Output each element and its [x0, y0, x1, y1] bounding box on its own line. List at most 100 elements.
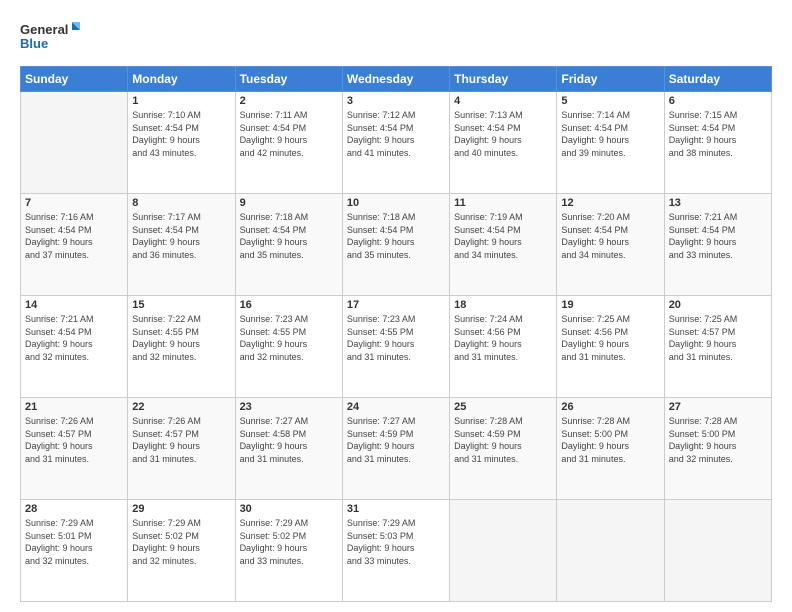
day-info: Sunrise: 7:26 AM Sunset: 4:57 PM Dayligh…	[25, 415, 123, 465]
calendar-cell: 28 Sunrise: 7:29 AM Sunset: 5:01 PM Dayli…	[21, 500, 128, 602]
page: General Blue SundayMondayTuesdayWednesda…	[0, 0, 792, 612]
day-number: 9	[240, 197, 338, 209]
day-number: 10	[347, 197, 445, 209]
day-number: 17	[347, 299, 445, 311]
svg-text:General: General	[20, 22, 68, 37]
calendar-cell	[21, 92, 128, 194]
day-info: Sunrise: 7:17 AM Sunset: 4:54 PM Dayligh…	[132, 211, 230, 261]
day-info: Sunrise: 7:29 AM Sunset: 5:03 PM Dayligh…	[347, 517, 445, 567]
day-number: 8	[132, 197, 230, 209]
calendar-body: 1 Sunrise: 7:10 AM Sunset: 4:54 PM Daylig…	[21, 92, 772, 602]
weekday-friday: Friday	[557, 67, 664, 92]
day-info: Sunrise: 7:11 AM Sunset: 4:54 PM Dayligh…	[240, 109, 338, 159]
week-row-1: 1 Sunrise: 7:10 AM Sunset: 4:54 PM Daylig…	[21, 92, 772, 194]
day-info: Sunrise: 7:22 AM Sunset: 4:55 PM Dayligh…	[132, 313, 230, 363]
calendar-table: SundayMondayTuesdayWednesdayThursdayFrid…	[20, 66, 772, 602]
calendar-cell: 10 Sunrise: 7:18 AM Sunset: 4:54 PM Dayli…	[342, 194, 449, 296]
day-number: 12	[561, 197, 659, 209]
day-number: 14	[25, 299, 123, 311]
day-info: Sunrise: 7:20 AM Sunset: 4:54 PM Dayligh…	[561, 211, 659, 261]
calendar-cell: 6 Sunrise: 7:15 AM Sunset: 4:54 PM Daylig…	[664, 92, 771, 194]
day-info: Sunrise: 7:10 AM Sunset: 4:54 PM Dayligh…	[132, 109, 230, 159]
calendar-cell: 27Sunrise: 7:28 AM Sunset: 5:00 PM Dayli…	[664, 398, 771, 500]
calendar-cell: 8 Sunrise: 7:17 AM Sunset: 4:54 PM Daylig…	[128, 194, 235, 296]
week-row-5: 28 Sunrise: 7:29 AM Sunset: 5:01 PM Dayli…	[21, 500, 772, 602]
week-row-4: 21 Sunrise: 7:26 AM Sunset: 4:57 PM Dayli…	[21, 398, 772, 500]
day-number: 13	[669, 197, 767, 209]
calendar-cell: 5 Sunrise: 7:14 AM Sunset: 4:54 PM Daylig…	[557, 92, 664, 194]
calendar-cell: 9 Sunrise: 7:18 AM Sunset: 4:54 PM Daylig…	[235, 194, 342, 296]
day-number: 21	[25, 401, 123, 413]
day-info: Sunrise: 7:19 AM Sunset: 4:54 PM Dayligh…	[454, 211, 552, 261]
weekday-saturday: Saturday	[664, 67, 771, 92]
logo-svg: General Blue	[20, 18, 80, 58]
day-info: Sunrise: 7:26 AM Sunset: 4:57 PM Dayligh…	[132, 415, 230, 465]
weekday-tuesday: Tuesday	[235, 67, 342, 92]
day-info: Sunrise: 7:28 AM Sunset: 4:59 PM Dayligh…	[454, 415, 552, 465]
day-info: Sunrise: 7:15 AM Sunset: 4:54 PM Dayligh…	[669, 109, 767, 159]
day-info: Sunrise: 7:28 AM Sunset: 5:00 PM Dayligh…	[669, 415, 767, 465]
day-number: 2	[240, 95, 338, 107]
day-number: 22	[132, 401, 230, 413]
weekday-wednesday: Wednesday	[342, 67, 449, 92]
day-number: 4	[454, 95, 552, 107]
day-number: 20	[669, 299, 767, 311]
day-number: 7	[25, 197, 123, 209]
calendar-cell: 13 Sunrise: 7:21 AM Sunset: 4:54 PM Dayli…	[664, 194, 771, 296]
calendar-cell: 25 Sunrise: 7:28 AM Sunset: 4:59 PM Dayli…	[450, 398, 557, 500]
day-info: Sunrise: 7:27 AM Sunset: 4:58 PM Dayligh…	[240, 415, 338, 465]
calendar-cell: 26 Sunrise: 7:28 AM Sunset: 5:00 PM Dayli…	[557, 398, 664, 500]
calendar-cell: 23 Sunrise: 7:27 AM Sunset: 4:58 PM Dayli…	[235, 398, 342, 500]
day-number: 3	[347, 95, 445, 107]
weekday-thursday: Thursday	[450, 67, 557, 92]
day-number: 28	[25, 503, 123, 515]
day-info: Sunrise: 7:18 AM Sunset: 4:54 PM Dayligh…	[240, 211, 338, 261]
calendar-cell: 16 Sunrise: 7:23 AM Sunset: 4:55 PM Dayli…	[235, 296, 342, 398]
day-number: 30	[240, 503, 338, 515]
day-info: Sunrise: 7:16 AM Sunset: 4:54 PM Dayligh…	[25, 211, 123, 261]
calendar-cell: 30 Sunrise: 7:29 AM Sunset: 5:02 PM Dayli…	[235, 500, 342, 602]
day-info: Sunrise: 7:23 AM Sunset: 4:55 PM Dayligh…	[240, 313, 338, 363]
calendar-cell: 11 Sunrise: 7:19 AM Sunset: 4:54 PM Dayli…	[450, 194, 557, 296]
weekday-sunday: Sunday	[21, 67, 128, 92]
calendar-cell	[450, 500, 557, 602]
day-info: Sunrise: 7:28 AM Sunset: 5:00 PM Dayligh…	[561, 415, 659, 465]
day-info: Sunrise: 7:27 AM Sunset: 4:59 PM Dayligh…	[347, 415, 445, 465]
day-info: Sunrise: 7:24 AM Sunset: 4:56 PM Dayligh…	[454, 313, 552, 363]
day-info: Sunrise: 7:12 AM Sunset: 4:54 PM Dayligh…	[347, 109, 445, 159]
calendar-cell	[557, 500, 664, 602]
day-number: 11	[454, 197, 552, 209]
week-row-3: 14 Sunrise: 7:21 AM Sunset: 4:54 PM Dayli…	[21, 296, 772, 398]
day-number: 6	[669, 95, 767, 107]
day-number: 1	[132, 95, 230, 107]
day-info: Sunrise: 7:18 AM Sunset: 4:54 PM Dayligh…	[347, 211, 445, 261]
calendar-cell: 14 Sunrise: 7:21 AM Sunset: 4:54 PM Dayli…	[21, 296, 128, 398]
day-number: 18	[454, 299, 552, 311]
day-number: 5	[561, 95, 659, 107]
day-info: Sunrise: 7:25 AM Sunset: 4:57 PM Dayligh…	[669, 313, 767, 363]
day-info: Sunrise: 7:25 AM Sunset: 4:56 PM Dayligh…	[561, 313, 659, 363]
calendar-cell: 20 Sunrise: 7:25 AM Sunset: 4:57 PM Dayli…	[664, 296, 771, 398]
calendar-cell: 3 Sunrise: 7:12 AM Sunset: 4:54 PM Daylig…	[342, 92, 449, 194]
calendar-cell: 7 Sunrise: 7:16 AM Sunset: 4:54 PM Daylig…	[21, 194, 128, 296]
calendar-cell: 4 Sunrise: 7:13 AM Sunset: 4:54 PM Daylig…	[450, 92, 557, 194]
calendar-cell: 22 Sunrise: 7:26 AM Sunset: 4:57 PM Dayli…	[128, 398, 235, 500]
day-info: Sunrise: 7:29 AM Sunset: 5:01 PM Dayligh…	[25, 517, 123, 567]
day-number: 25	[454, 401, 552, 413]
day-number: 16	[240, 299, 338, 311]
day-number: 26	[561, 401, 659, 413]
day-info: Sunrise: 7:29 AM Sunset: 5:02 PM Dayligh…	[132, 517, 230, 567]
calendar-cell: 17 Sunrise: 7:23 AM Sunset: 4:55 PM Dayli…	[342, 296, 449, 398]
day-info: Sunrise: 7:14 AM Sunset: 4:54 PM Dayligh…	[561, 109, 659, 159]
day-number: 23	[240, 401, 338, 413]
day-info: Sunrise: 7:21 AM Sunset: 4:54 PM Dayligh…	[25, 313, 123, 363]
day-info: Sunrise: 7:29 AM Sunset: 5:02 PM Dayligh…	[240, 517, 338, 567]
calendar-cell	[664, 500, 771, 602]
day-info: Sunrise: 7:23 AM Sunset: 4:55 PM Dayligh…	[347, 313, 445, 363]
day-info: Sunrise: 7:21 AM Sunset: 4:54 PM Dayligh…	[669, 211, 767, 261]
calendar-cell: 21 Sunrise: 7:26 AM Sunset: 4:57 PM Dayli…	[21, 398, 128, 500]
calendar-cell: 15Sunrise: 7:22 AM Sunset: 4:55 PM Dayli…	[128, 296, 235, 398]
calendar-cell: 24Sunrise: 7:27 AM Sunset: 4:59 PM Dayli…	[342, 398, 449, 500]
day-info: Sunrise: 7:13 AM Sunset: 4:54 PM Dayligh…	[454, 109, 552, 159]
week-row-2: 7 Sunrise: 7:16 AM Sunset: 4:54 PM Daylig…	[21, 194, 772, 296]
